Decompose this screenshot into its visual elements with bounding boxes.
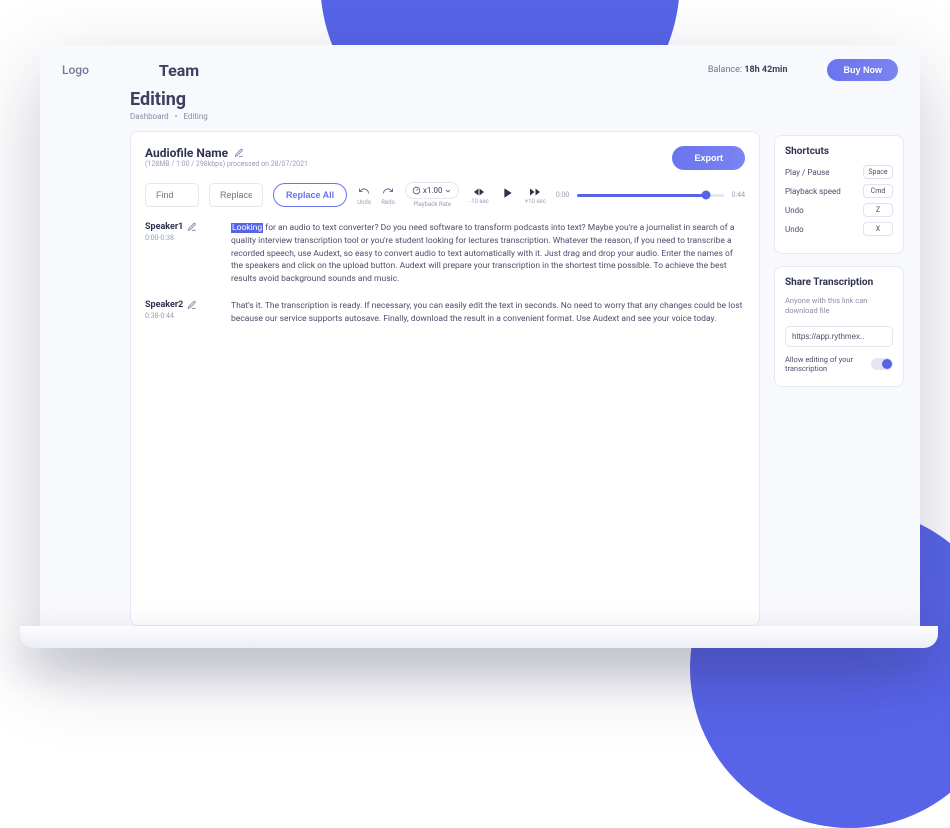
segment-text[interactable]: That's it. The transcription is ready. I… bbox=[231, 300, 745, 326]
seek-thumb[interactable] bbox=[701, 191, 710, 200]
shortcut-row: Undo X bbox=[785, 222, 893, 236]
transcript-list: Speaker1 0:00-0:38 Looking for an audio … bbox=[145, 222, 745, 325]
shortcut-label: Play / Pause bbox=[785, 168, 829, 177]
shortcut-label: Playback speed bbox=[785, 187, 841, 196]
undo-button[interactable]: Undo bbox=[357, 185, 371, 206]
pencil-icon[interactable] bbox=[234, 148, 244, 158]
balance-display: Balance: 18h 42min bbox=[708, 65, 788, 75]
breadcrumb-item[interactable]: Dashboard bbox=[130, 112, 169, 121]
buy-now-button[interactable]: Buy Now bbox=[827, 59, 898, 81]
transcript-segment: Speaker2 0:38-0:44 That's it. The transc… bbox=[145, 300, 745, 326]
balance-value: 18h 42min bbox=[744, 65, 787, 75]
rewind-icon bbox=[473, 186, 485, 198]
page-title: Editing bbox=[130, 89, 760, 110]
play-button[interactable] bbox=[499, 185, 515, 205]
rate-value: x1.00 bbox=[423, 186, 443, 195]
shortcut-key: X bbox=[863, 222, 893, 236]
shortcut-label: Undo bbox=[785, 225, 804, 234]
search-highlight: Looking bbox=[231, 223, 263, 233]
segment-text[interactable]: Looking for an audio to text converter? … bbox=[231, 222, 745, 286]
undo-label: Undo bbox=[357, 199, 371, 206]
tachometer-icon bbox=[412, 186, 421, 195]
laptop-base-decoration bbox=[20, 626, 938, 648]
playback-rate-select[interactable]: x1.00 bbox=[405, 182, 460, 199]
share-subtitle: Anyone with this link can download file bbox=[785, 296, 893, 316]
balance-label: Balance: bbox=[708, 65, 742, 75]
shortcut-row: Undo Z bbox=[785, 203, 893, 217]
rate-label: Playback Rate bbox=[413, 201, 451, 208]
time-current: 0:00 bbox=[556, 191, 570, 199]
breadcrumb-item: Editing bbox=[183, 112, 207, 121]
replace-all-button[interactable]: Replace All bbox=[273, 183, 347, 207]
controls-row: Replace All Undo Redo x1.00 bbox=[145, 182, 745, 208]
app-header: Logo Team Balance: 18h 42min Buy Now bbox=[40, 45, 920, 91]
segment-timestamp: 0:38-0:44 bbox=[145, 312, 205, 320]
redo-icon bbox=[382, 185, 394, 197]
find-input[interactable] bbox=[145, 183, 199, 207]
forward-label: +10 sec bbox=[525, 198, 546, 205]
replace-input[interactable] bbox=[209, 183, 263, 207]
rewind-10-button[interactable]: -10 sec bbox=[469, 186, 488, 205]
breadcrumb-separator: • bbox=[175, 112, 178, 121]
content-area: Editing Dashboard • Editing Audiofile Na… bbox=[130, 89, 904, 626]
file-name: Audiofile Name bbox=[145, 146, 228, 160]
transcript-segment: Speaker1 0:00-0:38 Looking for an audio … bbox=[145, 222, 745, 286]
main-column: Editing Dashboard • Editing Audiofile Na… bbox=[130, 89, 760, 626]
forward-10-button[interactable]: +10 sec bbox=[525, 186, 546, 205]
toggle-knob bbox=[882, 359, 892, 369]
segment-timestamp: 0:00-0:38 bbox=[145, 234, 205, 242]
speaker-name[interactable]: Speaker1 bbox=[145, 222, 183, 232]
share-link-input[interactable] bbox=[785, 326, 893, 347]
seek-slider[interactable] bbox=[577, 194, 723, 197]
rewind-label: -10 sec bbox=[469, 198, 488, 205]
pencil-icon[interactable] bbox=[187, 222, 197, 232]
shortcuts-title: Shortcuts bbox=[785, 146, 893, 157]
shortcut-row: Playback speed Cmd bbox=[785, 184, 893, 198]
seek-fill bbox=[577, 194, 706, 197]
app-window: Logo Team Balance: 18h 42min Buy Now Edi… bbox=[40, 45, 920, 638]
editor-card: Audiofile Name (128MB / 1:00 / 298kbps) … bbox=[130, 131, 760, 626]
fast-forward-icon bbox=[529, 186, 541, 198]
shortcuts-card: Shortcuts Play / Pause Space Playback sp… bbox=[774, 135, 904, 254]
redo-button[interactable]: Redo bbox=[381, 185, 395, 206]
breadcrumb: Dashboard • Editing bbox=[130, 112, 760, 121]
team-title: Team bbox=[159, 61, 199, 80]
export-button[interactable]: Export bbox=[672, 146, 745, 170]
play-icon bbox=[499, 185, 515, 201]
shortcut-row: Play / Pause Space bbox=[785, 165, 893, 179]
logo: Logo bbox=[62, 63, 89, 77]
redo-label: Redo bbox=[381, 199, 395, 206]
chevron-down-icon bbox=[444, 187, 452, 195]
shortcut-key: Space bbox=[863, 165, 893, 179]
shortcut-key: Cmd bbox=[863, 184, 893, 198]
file-meta: (128MB / 1:00 / 298kbps) processed on 28… bbox=[145, 160, 308, 168]
allow-editing-label: Allow editing of your transcription bbox=[785, 355, 865, 375]
speaker-name[interactable]: Speaker2 bbox=[145, 300, 183, 310]
sidebar: Shortcuts Play / Pause Space Playback sp… bbox=[774, 135, 904, 626]
time-total: 0:44 bbox=[732, 191, 746, 199]
pencil-icon[interactable] bbox=[187, 300, 197, 310]
share-card: Share Transcription Anyone with this lin… bbox=[774, 266, 904, 387]
allow-editing-toggle[interactable] bbox=[871, 358, 893, 370]
undo-icon bbox=[358, 185, 370, 197]
share-title: Share Transcription bbox=[785, 277, 893, 288]
shortcut-label: Undo bbox=[785, 206, 804, 215]
shortcut-key: Z bbox=[863, 203, 893, 217]
